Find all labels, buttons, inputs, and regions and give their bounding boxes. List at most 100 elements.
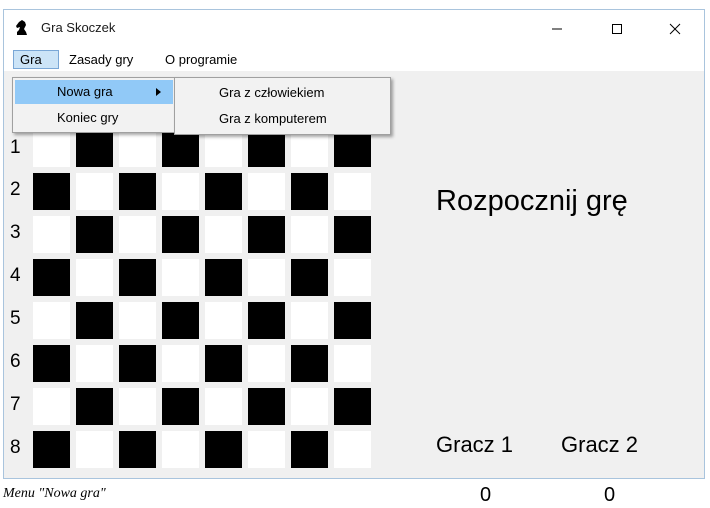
board-square[interactable] — [33, 216, 70, 253]
board-square[interactable] — [291, 431, 328, 468]
board-square[interactable] — [291, 173, 328, 210]
window-title: Gra Skoczek — [41, 20, 116, 35]
row-label: 1 — [10, 137, 21, 158]
board-square[interactable] — [291, 388, 328, 425]
close-icon — [669, 23, 681, 35]
player1-score: 0 — [480, 484, 492, 506]
menu-bar: Gra Zasady gry O programie — [4, 48, 704, 71]
submenu-arrow-icon — [156, 88, 161, 96]
board-square[interactable] — [119, 216, 156, 253]
board-square[interactable] — [162, 216, 199, 253]
board-square[interactable] — [33, 259, 70, 296]
menu-gra[interactable]: Gra — [13, 50, 59, 69]
board-square[interactable] — [248, 130, 285, 167]
menu-item-koniec-gry[interactable]: Koniec gry — [15, 106, 173, 130]
board-square[interactable] — [162, 259, 199, 296]
board-square[interactable] — [205, 259, 242, 296]
player2-label: Gracz 2 — [561, 432, 639, 457]
board-square[interactable] — [205, 302, 242, 339]
board-square[interactable] — [205, 173, 242, 210]
board-square[interactable] — [33, 302, 70, 339]
minimize-button[interactable] — [534, 10, 580, 48]
menu-item-gra-z-komputerem[interactable]: Gra z komputerem — [177, 107, 388, 131]
board-square[interactable] — [248, 216, 285, 253]
row-label: 2 — [10, 179, 21, 200]
board-square[interactable] — [33, 431, 70, 468]
board-square[interactable] — [76, 431, 113, 468]
board-square[interactable] — [162, 173, 199, 210]
menu-o-programie[interactable]: O programie — [159, 50, 243, 69]
board-square[interactable] — [205, 130, 242, 167]
board-square[interactable] — [334, 173, 371, 210]
close-button[interactable] — [652, 10, 698, 48]
board-square[interactable] — [119, 173, 156, 210]
board-square[interactable] — [162, 388, 199, 425]
board-square[interactable] — [76, 130, 113, 167]
menu-item-label: Nowa gra — [57, 84, 113, 99]
gra-dropdown-menu: Nowa gra Koniec gry — [12, 77, 176, 133]
board-square[interactable] — [76, 345, 113, 382]
board-square[interactable] — [291, 216, 328, 253]
board-square[interactable] — [334, 302, 371, 339]
board-square[interactable] — [334, 216, 371, 253]
board-square[interactable] — [76, 173, 113, 210]
board-square[interactable] — [76, 302, 113, 339]
board-square[interactable] — [76, 388, 113, 425]
board-square[interactable] — [119, 130, 156, 167]
board-square[interactable] — [248, 259, 285, 296]
board-square[interactable] — [334, 431, 371, 468]
board-square[interactable] — [291, 302, 328, 339]
row-label: 4 — [10, 265, 21, 286]
board-square[interactable] — [205, 345, 242, 382]
chess-board — [33, 130, 377, 474]
board-square[interactable] — [162, 431, 199, 468]
board-square[interactable] — [162, 345, 199, 382]
board-square[interactable] — [334, 388, 371, 425]
board-square[interactable] — [119, 345, 156, 382]
row-label: 8 — [10, 437, 21, 458]
board-square[interactable] — [248, 302, 285, 339]
row-label: 3 — [10, 222, 21, 243]
figure-caption: Menu "Nowa gra" — [3, 486, 106, 501]
nowa-gra-submenu: Gra z człowiekiem Gra z komputerem — [174, 77, 391, 135]
board-square[interactable] — [248, 173, 285, 210]
board-square[interactable] — [162, 302, 199, 339]
board-square[interactable] — [119, 259, 156, 296]
board-square[interactable] — [205, 431, 242, 468]
player2-score: 0 — [604, 484, 616, 506]
board-square[interactable] — [76, 259, 113, 296]
row-label: 5 — [10, 308, 21, 329]
row-label: 7 — [10, 394, 21, 415]
board-square[interactable] — [162, 130, 199, 167]
game-status: Rozpocznij grę — [436, 185, 628, 217]
board-square[interactable] — [205, 216, 242, 253]
title-bar[interactable]: Gra Skoczek — [4, 10, 704, 48]
board-square[interactable] — [248, 431, 285, 468]
board-square[interactable] — [334, 130, 371, 167]
board-square[interactable] — [119, 302, 156, 339]
board-square[interactable] — [76, 216, 113, 253]
board-square[interactable] — [205, 388, 242, 425]
board-square[interactable] — [119, 388, 156, 425]
board-square[interactable] — [248, 388, 285, 425]
board-square[interactable] — [248, 345, 285, 382]
board-square[interactable] — [334, 345, 371, 382]
menu-zasady-gry[interactable]: Zasady gry — [63, 50, 139, 69]
board-square[interactable] — [119, 431, 156, 468]
board-square[interactable] — [334, 259, 371, 296]
board-square[interactable] — [33, 345, 70, 382]
row-label: 6 — [10, 351, 21, 372]
board-square[interactable] — [33, 173, 70, 210]
board-square[interactable] — [291, 130, 328, 167]
menu-item-gra-z-czlowiekiem[interactable]: Gra z człowiekiem — [177, 81, 388, 105]
player1-label: Gracz 1 — [436, 432, 514, 457]
board-square[interactable] — [33, 130, 70, 167]
maximize-button[interactable] — [594, 10, 640, 48]
board-square[interactable] — [291, 345, 328, 382]
maximize-icon — [612, 24, 622, 34]
chess-knight-icon — [16, 20, 27, 35]
menu-item-nowa-gra[interactable]: Nowa gra — [15, 80, 173, 104]
board-square[interactable] — [291, 259, 328, 296]
board-square[interactable] — [33, 388, 70, 425]
minimize-icon — [552, 28, 562, 30]
